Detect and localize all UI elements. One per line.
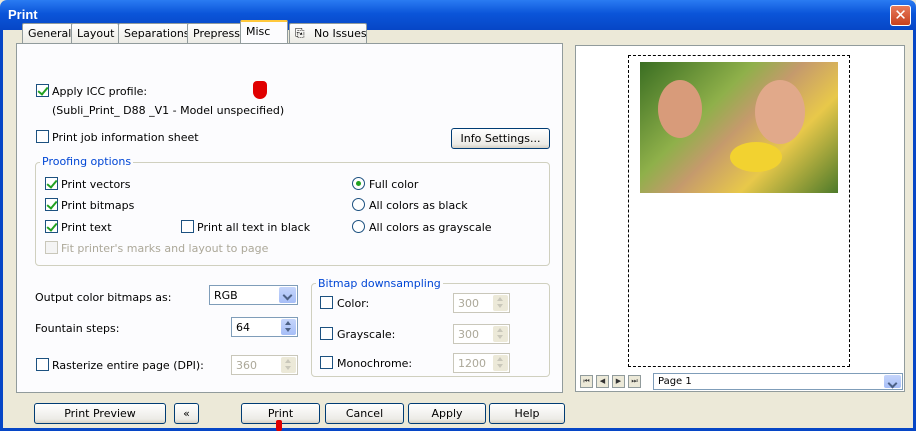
last-page-icon[interactable]: ⏭	[628, 375, 641, 388]
page-select-value: Page 1	[658, 376, 692, 387]
fountain-steps-value: 64	[236, 321, 250, 334]
fit-marks-label: Fit printer's marks and layout to page	[61, 242, 269, 255]
print-text-label: Print text	[61, 221, 112, 234]
tab-misc[interactable]: Misc	[240, 20, 288, 43]
spin-arrows-icon[interactable]	[281, 319, 296, 335]
woman-face	[755, 80, 805, 144]
first-page-icon[interactable]: ⏮	[580, 375, 593, 388]
prev-page-icon[interactable]: ◀	[596, 375, 609, 388]
icc-profile-name: (Subli_Print_ D88 _V1 - Model unspecifie…	[52, 104, 285, 117]
downsample-gray-stepper[interactable]: 300	[453, 324, 510, 344]
all-black-radio[interactable]	[352, 198, 365, 211]
downsample-gray-checkbox[interactable]	[320, 327, 333, 340]
close-button[interactable]: ✕	[890, 5, 911, 26]
tab-no-issues-label: No Issues	[314, 27, 367, 40]
output-color-select[interactable]: RGB	[209, 285, 298, 305]
tab-no-issues[interactable]: ⎘ No Issues	[289, 23, 367, 43]
print-text-black-checkbox[interactable]	[181, 220, 194, 233]
output-color-label: Output color bitmaps as:	[35, 291, 172, 304]
cancel-button[interactable]: Cancel	[325, 403, 404, 424]
window-title: Print	[8, 7, 38, 22]
tab-layout[interactable]: Layout	[71, 23, 120, 43]
job-info-checkbox[interactable]	[36, 130, 49, 143]
apply-button[interactable]: Apply	[408, 403, 486, 424]
downsample-mono-checkbox[interactable]	[320, 356, 333, 369]
print-bitmaps-checkbox[interactable]	[45, 198, 58, 211]
preview-page	[628, 55, 850, 367]
apply-icc-label: Apply ICC profile:	[52, 85, 148, 98]
flowers	[730, 142, 782, 172]
cursor-pointer-icon	[276, 420, 282, 431]
print-bitmaps-label: Print bitmaps	[61, 199, 135, 212]
downsample-gray-value: 300	[458, 328, 479, 341]
chevron-down-icon[interactable]	[884, 375, 901, 388]
rasterize-dpi-value: 360	[236, 359, 257, 372]
fountain-steps-stepper[interactable]: 64	[231, 317, 298, 337]
child-face	[658, 80, 702, 138]
info-settings-button[interactable]: Info Settings...	[451, 128, 550, 149]
tab-separations[interactable]: Separations	[118, 23, 195, 43]
close-icon: ✕	[894, 6, 907, 24]
full-color-radio[interactable]	[352, 177, 365, 190]
downsample-gray-label: Grayscale:	[337, 328, 396, 341]
tab-general[interactable]: General	[22, 23, 77, 43]
rasterize-checkbox[interactable]	[36, 358, 49, 371]
tab-prepress[interactable]: Prepress	[187, 23, 245, 43]
collapse-preview-button[interactable]: «	[174, 403, 199, 424]
document-check-icon: ⎘	[295, 26, 305, 40]
chevron-down-icon[interactable]	[279, 287, 296, 303]
downsample-mono-stepper[interactable]: 1200	[453, 353, 510, 373]
print-preview-button[interactable]: Print Preview	[34, 403, 166, 424]
downsample-mono-value: 1200	[458, 357, 486, 370]
print-vectors-checkbox[interactable]	[45, 177, 58, 190]
print-vectors-label: Print vectors	[61, 178, 131, 191]
downsampling-title: Bitmap downsampling	[316, 277, 443, 290]
all-gray-label: All colors as grayscale	[369, 221, 492, 234]
proofing-title: Proofing options	[40, 155, 134, 168]
rasterize-dpi-stepper[interactable]: 360	[231, 355, 298, 375]
spin-arrows-icon	[493, 295, 508, 311]
all-black-label: All colors as black	[369, 199, 468, 212]
hand-cursor-icon	[253, 81, 267, 99]
all-gray-radio[interactable]	[352, 220, 365, 233]
downsample-color-label: Color:	[337, 297, 370, 310]
fountain-steps-label: Fountain steps:	[35, 322, 120, 335]
fit-marks-checkbox[interactable]	[45, 241, 58, 254]
apply-icc-checkbox[interactable]	[36, 84, 49, 97]
output-color-value: RGB	[214, 289, 238, 302]
spin-arrows-icon	[493, 326, 508, 342]
page-select[interactable]: Page 1	[653, 373, 903, 390]
spin-arrows-icon	[281, 357, 296, 373]
next-page-icon[interactable]: ▶	[612, 375, 625, 388]
double-left-arrow-icon: «	[183, 407, 190, 420]
downsample-color-checkbox[interactable]	[320, 296, 333, 309]
downsample-color-stepper[interactable]: 300	[453, 293, 510, 313]
help-button[interactable]: Help	[489, 403, 565, 424]
downsample-color-value: 300	[458, 297, 479, 310]
preview-photo	[640, 62, 838, 193]
full-color-label: Full color	[369, 178, 419, 191]
downsample-mono-label: Monochrome:	[337, 357, 413, 370]
job-info-label: Print job information sheet	[52, 131, 199, 144]
print-text-black-label: Print all text in black	[197, 221, 311, 234]
print-text-checkbox[interactable]	[45, 220, 58, 233]
rasterize-label: Rasterize entire page (DPI):	[52, 359, 204, 372]
spin-arrows-icon	[493, 355, 508, 371]
